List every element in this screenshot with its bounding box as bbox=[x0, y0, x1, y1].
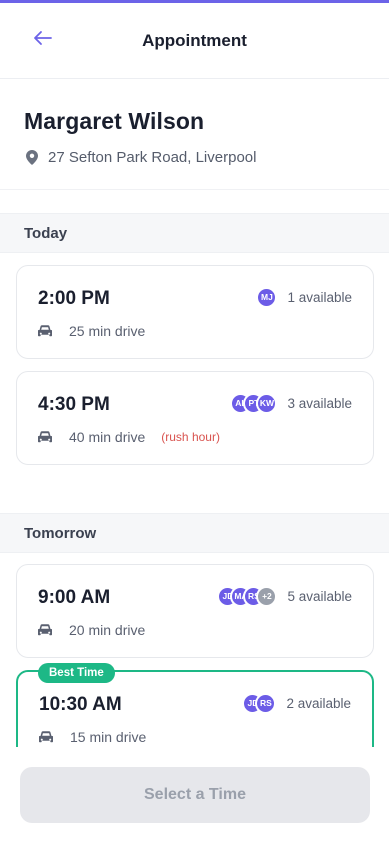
back-arrow-icon[interactable] bbox=[30, 25, 56, 51]
select-time-button[interactable]: Select a Time bbox=[20, 767, 370, 823]
available-count: 2 available bbox=[286, 695, 351, 711]
car-icon bbox=[38, 624, 52, 636]
avatar: RS bbox=[255, 692, 277, 714]
drive-time: 40 min drive bbox=[69, 429, 146, 445]
slot-time: 4:30 PM bbox=[38, 394, 110, 415]
time-slot-card[interactable]: 4:30 PM AL PT KW 3 available 40 min driv… bbox=[16, 371, 374, 465]
location-pin-icon bbox=[26, 150, 38, 165]
staff-avatars: JD RS bbox=[242, 692, 277, 714]
customer-address-text: 27 Sefton Park Road, Liverpool bbox=[48, 149, 257, 166]
staff-avatars: JD MA RS +2 bbox=[217, 585, 278, 607]
avatar: KW bbox=[256, 392, 278, 414]
car-icon bbox=[38, 431, 52, 443]
avatar-overflow: +2 bbox=[256, 585, 278, 607]
availability: JD MA RS +2 5 available bbox=[217, 585, 352, 607]
best-time-badge: Best Time bbox=[38, 663, 115, 683]
staff-avatars: MJ bbox=[256, 286, 278, 308]
section-title: Today bbox=[24, 224, 68, 242]
drive-time: 25 min drive bbox=[69, 323, 146, 339]
staff-avatars: AL PT KW bbox=[230, 392, 278, 414]
drive-info: 20 min drive bbox=[38, 622, 145, 638]
drive-time: 15 min drive bbox=[70, 729, 147, 745]
page-title: Appointment bbox=[142, 30, 247, 50]
section-title: Tomorrow bbox=[24, 524, 97, 542]
customer-address: 27 Sefton Park Road, Liverpool bbox=[24, 149, 365, 166]
drive-info: 15 min drive bbox=[39, 729, 146, 745]
availability: JD RS 2 available bbox=[242, 692, 351, 714]
time-slot-card[interactable]: 2:00 PM MJ 1 available 25 min drive bbox=[16, 265, 374, 359]
section-header-tomorrow: Tomorrow bbox=[0, 513, 389, 553]
drive-info: 25 min drive bbox=[38, 323, 145, 339]
avatar: MJ bbox=[256, 286, 278, 308]
time-slot-card[interactable]: 9:00 AM JD MA RS +2 5 available 20 min d… bbox=[16, 564, 374, 658]
car-icon bbox=[39, 731, 53, 743]
rush-hour-note: (rush hour) bbox=[161, 430, 220, 444]
customer-info: Margaret Wilson 27 Sefton Park Road, Liv… bbox=[0, 80, 389, 190]
slot-time: 2:00 PM bbox=[38, 288, 110, 309]
availability: AL PT KW 3 available bbox=[230, 392, 352, 414]
drive-time: 20 min drive bbox=[69, 622, 146, 638]
slot-time: 9:00 AM bbox=[38, 587, 111, 608]
bottom-action-bar: Select a Time bbox=[0, 747, 389, 843]
availability: MJ 1 available bbox=[256, 286, 352, 308]
app-header: Appointment bbox=[0, 3, 389, 79]
section-header-today: Today bbox=[0, 213, 389, 253]
drive-info: 40 min drive (rush hour) bbox=[38, 429, 220, 445]
car-icon bbox=[38, 325, 52, 337]
available-count: 1 available bbox=[287, 289, 352, 305]
available-count: 5 available bbox=[287, 588, 352, 604]
available-count: 3 available bbox=[287, 395, 352, 411]
customer-name: Margaret Wilson bbox=[24, 108, 205, 134]
slot-time: 10:30 AM bbox=[39, 694, 122, 715]
